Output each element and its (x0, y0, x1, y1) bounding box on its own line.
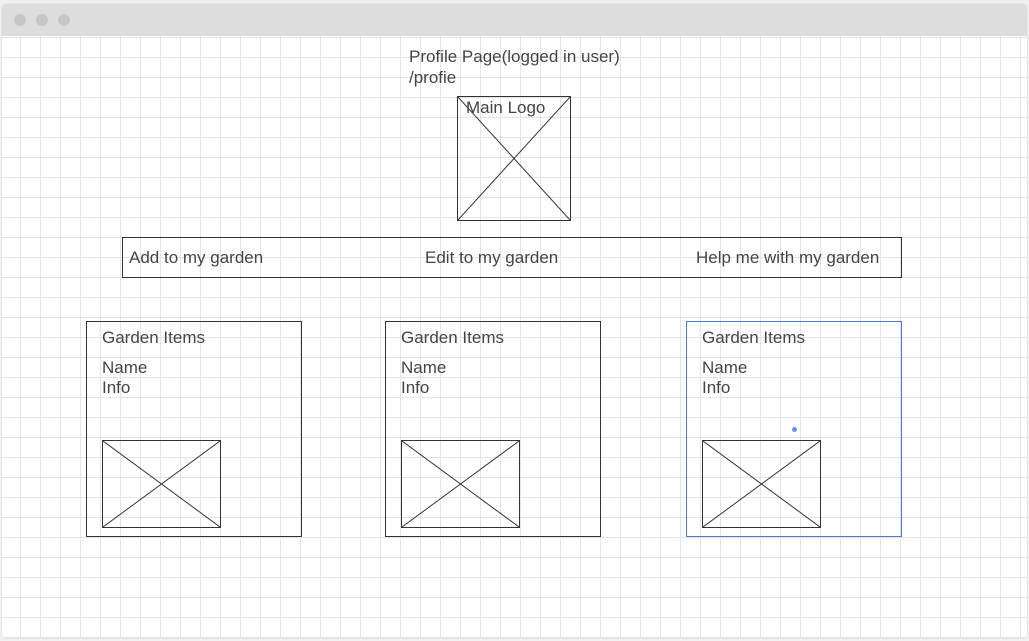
image-placeholder-icon (103, 441, 220, 527)
app-window: Profile Page(logged in user) /profie Mai… (2, 4, 1027, 638)
image-placeholder-icon (703, 441, 820, 527)
card-info: Info (401, 378, 430, 397)
main-logo-label: Main Logo (466, 98, 546, 117)
garden-nav-bar: Add to my garden Edit to my garden Help … (122, 237, 902, 278)
page-route: /profie (409, 68, 457, 87)
garden-item-card-selected[interactable]: Garden Items Name Info (686, 321, 902, 537)
window-maximize-dot[interactable] (58, 14, 70, 26)
window-titlebar (2, 4, 1027, 36)
card-name: Name (702, 358, 748, 377)
card-image-placeholder (702, 440, 821, 528)
card-info: Info (102, 378, 131, 397)
card-title: Garden Items (102, 328, 205, 347)
garden-item-card[interactable]: Garden Items Name Info (385, 321, 601, 537)
card-name: Name (102, 358, 148, 377)
main-logo-placeholder: Main Logo (457, 96, 571, 221)
help-garden-link[interactable]: Help me with my garden (696, 247, 879, 268)
card-title: Garden Items (702, 328, 805, 347)
card-info: Info (702, 378, 731, 397)
selection-handle[interactable] (792, 427, 797, 432)
card-title: Garden Items (401, 328, 504, 347)
wireframe-canvas: Profile Page(logged in user) /profie Mai… (2, 36, 1027, 638)
card-name: Name (401, 358, 447, 377)
page-title: Profile Page(logged in user) (409, 47, 620, 66)
window-minimize-dot[interactable] (36, 14, 48, 26)
image-placeholder-icon (402, 441, 519, 527)
edit-garden-link[interactable]: Edit to my garden (425, 247, 558, 268)
window-close-dot[interactable] (14, 14, 26, 26)
card-image-placeholder (102, 440, 221, 528)
card-image-placeholder (401, 440, 520, 528)
garden-item-card[interactable]: Garden Items Name Info (86, 321, 302, 537)
add-to-garden-link[interactable]: Add to my garden (129, 247, 263, 268)
